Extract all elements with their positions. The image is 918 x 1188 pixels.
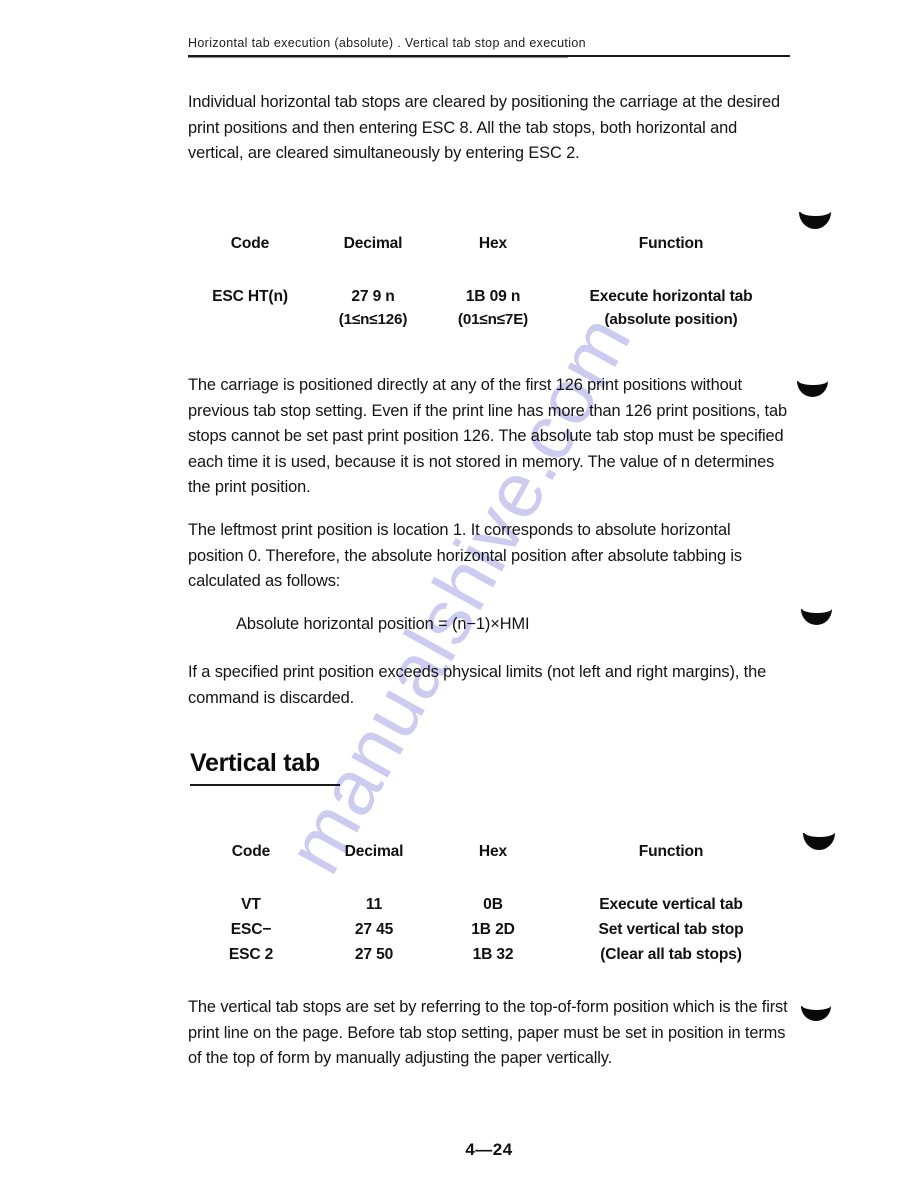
cell-function: Set vertical tab stop [598, 921, 744, 938]
cell-hex-range: (01≤n≤7E) [457, 311, 529, 328]
cell-hex: 0B [483, 896, 503, 913]
cell-hex-value: 1B 09 n [465, 288, 521, 305]
scan-artifact-smudge-icon [797, 375, 828, 397]
page-content: Horizontal tab execution (absolute) . Ve… [188, 0, 790, 1188]
cell-code: ESC− [230, 921, 272, 938]
paragraph-clearing-tab-stops: Individual horizontal tab stops are clea… [188, 93, 780, 163]
scan-artifact-smudge-icon [801, 1000, 831, 1021]
scan-artifact-smudge-icon [801, 603, 832, 625]
vertical-tab-command-table: Code Decimal Hex Function VT 11 0B Execu… [188, 840, 790, 966]
page-number: 4—24 [465, 1140, 513, 1159]
section-heading-vertical-tab: Vertical tab [190, 749, 320, 777]
paragraph-leftmost-print-position: The leftmost print position is location … [188, 521, 742, 591]
table-row: ESC 2 27 50 1B 32 (Clear all tab stops) [188, 943, 790, 966]
cell-hex: 1B 09 n (01≤n≤7E) [434, 285, 552, 331]
column-header-decimal: Decimal [344, 843, 404, 860]
formula-absolute-horizontal-position: Absolute horizontal position = (n−1)×HMI [236, 615, 530, 633]
column-header-code: Code [230, 235, 270, 252]
section-heading-rule [190, 784, 340, 786]
cell-function: Execute vertical tab [599, 896, 743, 913]
table-row: ESC HT(n) 27 9 n (1≤n≤126) 1B 09 n (01≤n… [188, 285, 790, 331]
cell-decimal-range: (1≤n≤126) [338, 311, 408, 328]
scan-artifact-smudge-icon [803, 827, 835, 850]
column-header-function: Function [638, 843, 704, 860]
running-header-rule [188, 55, 790, 59]
column-header-function: Function [638, 235, 704, 252]
cell-hex: 1B 2D [471, 921, 515, 938]
scan-artifact-smudge-icon [799, 206, 831, 229]
cell-decimal: 11 [365, 896, 383, 913]
cell-decimal: 27 9 n (1≤n≤126) [312, 285, 434, 331]
table-header-row: Code Decimal Hex Function [188, 840, 790, 863]
column-header-decimal: Decimal [343, 235, 403, 252]
column-header-code: Code [231, 843, 271, 860]
table-header-row: Code Decimal Hex Function [188, 232, 790, 255]
column-header-hex: Hex [478, 843, 508, 860]
cell-hex: 1B 32 [472, 946, 514, 963]
cell-decimal: 27 45 [354, 921, 394, 938]
horizontal-tab-command-table: Code Decimal Hex Function ESC HT(n) 27 9… [188, 232, 790, 331]
cell-code: VT [241, 896, 261, 913]
paragraph-carriage-positioning: The carriage is positioned directly at a… [188, 376, 787, 497]
paragraph-vertical-tab-stops: The vertical tab stops are set by referr… [188, 998, 788, 1068]
cell-decimal: 27 50 [354, 946, 394, 963]
column-header-hex: Hex [478, 235, 508, 252]
scanned-manual-page: manualshive.com Horizontal tab execution… [0, 0, 918, 1188]
cell-code: ESC 2 [228, 946, 274, 963]
table-row: VT 11 0B Execute vertical tab [188, 893, 790, 916]
running-header: Horizontal tab execution (absolute) . Ve… [188, 36, 586, 50]
cell-function: Execute horizontal tab (absolute positio… [552, 285, 790, 331]
cell-function-value: Execute horizontal tab [589, 288, 753, 305]
cell-function-detail: (absolute position) [604, 311, 738, 328]
paragraph-physical-limits: If a specified print position exceeds ph… [188, 663, 767, 707]
cell-decimal-value: 27 9 n [351, 288, 395, 305]
cell-code: ESC HT(n) [212, 288, 288, 305]
table-row: ESC− 27 45 1B 2D Set vertical tab stop [188, 918, 790, 941]
cell-function: (Clear all tab stops) [600, 946, 742, 963]
